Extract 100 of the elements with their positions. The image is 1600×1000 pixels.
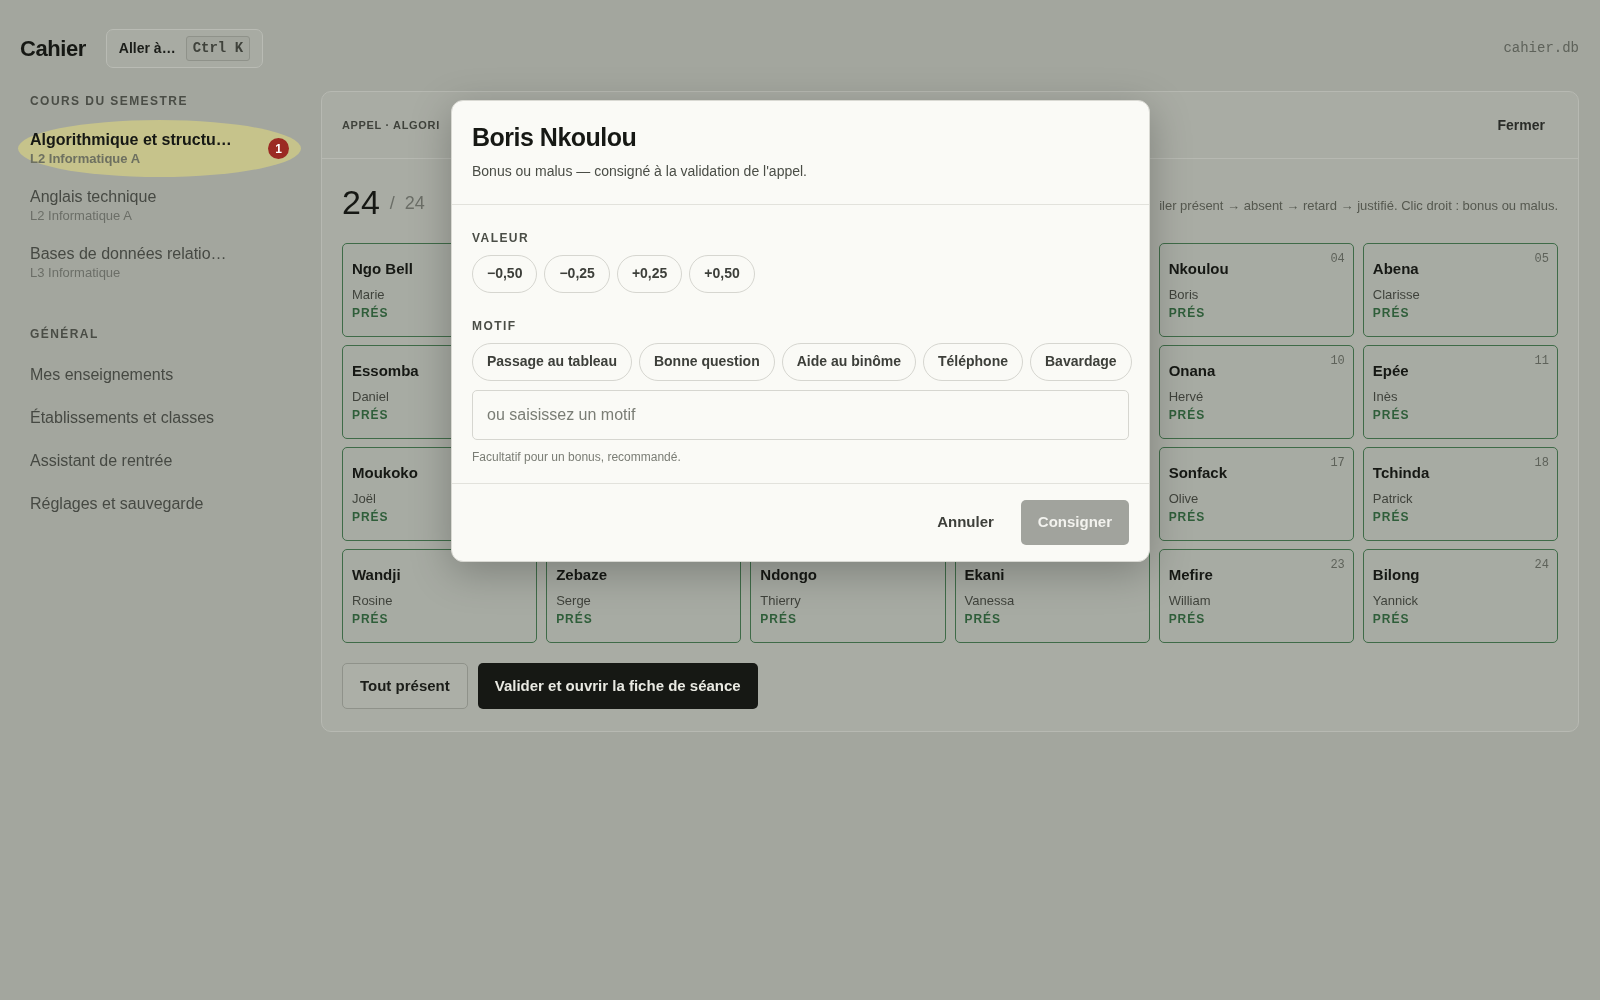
sidebar-item[interactable]: Algorithmique et structu… L2 Informatique A 1: [18, 120, 301, 177]
status-label: PRÉS: [556, 611, 593, 627]
student-first-name: Clarisse: [1372, 287, 1420, 303]
section-heading: COURS DU SEMESTRE: [30, 93, 189, 110]
student-first-name: Hervé: [1168, 389, 1204, 405]
status-label: PRÉS: [964, 611, 1002, 627]
status-label: PRÉS: [1168, 611, 1206, 627]
student-first-name: Patrick: [1372, 491, 1413, 507]
status-label: PRÉS: [1168, 407, 1206, 423]
student-surname: Sonfack: [1168, 464, 1227, 482]
student-surname: Ekani: [964, 566, 1005, 584]
student-card[interactable]: 24 Bilong Yannick PRÉS: [1362, 549, 1558, 643]
status-label: PRÉS: [352, 611, 389, 627]
sidebar-item[interactable]: Bases de données relatio… L3 Informatique: [18, 234, 301, 291]
student-card[interactable]: 11 Epée Inès PRÉS: [1362, 345, 1558, 439]
student-first-name: William: [1168, 593, 1211, 609]
option-chip[interactable]: Bavardage: [1030, 342, 1132, 381]
option-chip[interactable]: +0,25: [616, 254, 683, 293]
sidebar-item[interactable]: Réglages et sauvegarde: [18, 482, 301, 525]
section-heading: GÉNÉRAL: [30, 325, 100, 343]
sidebar-item[interactable]: Anglais technique L2 Informatique A: [18, 177, 301, 234]
student-card[interactable]: 04 Nkoulou Boris PRÉS: [1158, 243, 1354, 337]
status-label: PRÉS: [1372, 509, 1410, 525]
student-surname: Abena: [1372, 260, 1419, 278]
class-name: L3 Informatique: [30, 264, 122, 281]
student-surname: Moukoko: [352, 464, 418, 482]
course-title: Assistant de rentrée: [30, 450, 173, 471]
action-button[interactable]: Tout présent: [342, 663, 468, 709]
close-button[interactable]: Fermer: [1497, 114, 1545, 136]
student-first-name: Marie: [352, 287, 385, 303]
present-count: 24: [342, 185, 380, 219]
student-surname: Bilong: [1372, 566, 1420, 584]
cancel-button[interactable]: Annuler: [920, 500, 1011, 545]
course-title: Établissements et classes: [30, 407, 215, 428]
option-chip[interactable]: Aide au binôme: [781, 342, 916, 381]
student-card[interactable]: 05 Abena Clarisse PRÉS: [1362, 243, 1558, 337]
count-badge: 1: [268, 138, 289, 159]
student-number: 05: [1534, 251, 1549, 268]
status-label: PRÉS: [1372, 305, 1410, 321]
student-first-name: Yannick: [1372, 593, 1419, 609]
sidebar-item[interactable]: Établissements et classes: [18, 396, 301, 439]
student-surname: Tchinda: [1372, 464, 1430, 482]
student-first-name: Inès: [1372, 389, 1398, 405]
student-surname: Onana: [1168, 362, 1216, 380]
student-surname: Essomba: [352, 362, 419, 380]
status-label: PRÉS: [760, 611, 797, 627]
student-first-name: Olive: [1168, 491, 1199, 507]
student-surname: Nkoulou: [1168, 260, 1229, 278]
student-card[interactable]: 18 Tchinda Patrick PRÉS: [1362, 447, 1558, 541]
count-separator: /: [389, 192, 395, 215]
class-name: L2 Informatique A: [30, 207, 133, 224]
status-label: PRÉS: [352, 509, 389, 525]
student-surname: Zebaze: [556, 566, 607, 584]
database-name: cahier.db: [1503, 39, 1579, 58]
total-count: 24: [404, 192, 425, 215]
option-chip[interactable]: Téléphone: [922, 342, 1023, 381]
class-name: L2 Informatique A: [30, 150, 142, 167]
student-surname: Ngo Bell: [352, 260, 413, 278]
student-card[interactable]: 23 Mefire William PRÉS: [1158, 549, 1354, 643]
student-card[interactable]: Wandji Rosine PRÉS: [342, 549, 538, 643]
student-first-name: Vanessa: [964, 593, 1015, 609]
sidebar-item[interactable]: Assistant de rentrée: [18, 439, 301, 482]
student-first-name: Thierry: [760, 593, 801, 609]
option-chip[interactable]: Passage au tableau: [472, 342, 632, 381]
sidebar-item[interactable]: Mes enseignements: [18, 353, 301, 396]
course-title: Anglais technique: [30, 187, 157, 207]
motif-input[interactable]: ou saisissez un motif: [472, 389, 1129, 440]
student-first-name: Rosine: [352, 593, 393, 609]
goto-button[interactable]: Aller à… Ctrl K: [105, 29, 264, 68]
student-first-name: Boris: [1168, 287, 1199, 303]
status-label: PRÉS: [1372, 407, 1410, 423]
option-chip[interactable]: +0,50: [689, 254, 755, 293]
student-first-name: Serge: [556, 593, 591, 609]
action-button[interactable]: Valider et ouvrir la fiche de séance: [477, 663, 758, 709]
status-label: PRÉS: [352, 305, 389, 321]
student-number: 04: [1330, 251, 1345, 268]
student-number: 11: [1534, 353, 1549, 370]
option-chip[interactable]: −0,50: [472, 254, 538, 293]
student-number: 23: [1330, 557, 1345, 574]
field-label: MOTIF: [472, 317, 518, 335]
student-surname: Mefire: [1168, 566, 1213, 584]
student-card[interactable]: 17 Sonfack Olive PRÉS: [1158, 447, 1354, 541]
student-first-name: Joël: [352, 491, 376, 507]
status-label: PRÉS: [1168, 509, 1206, 525]
shortcut-key: Ctrl K: [185, 36, 251, 61]
course-title: Bases de données relatio…: [30, 244, 227, 264]
student-surname: Epée: [1372, 362, 1409, 380]
status-label: PRÉS: [352, 407, 389, 423]
status-label: PRÉS: [1372, 611, 1410, 627]
status-label: PRÉS: [1168, 305, 1206, 321]
option-chip[interactable]: −0,25: [544, 254, 610, 293]
course-title: Mes enseignements: [30, 364, 174, 385]
student-card[interactable]: 10 Onana Hervé PRÉS: [1158, 345, 1354, 439]
student-surname: Wandji: [352, 566, 401, 584]
student-surname: Ndongo: [760, 566, 817, 584]
hint-text: iler présent → absent → retard → justifié. Clic droit : bonus ou malus.: [1159, 196, 1558, 215]
course-title: Algorithmique et structu…: [30, 130, 232, 150]
dialog-title: Boris Nkoulou: [472, 122, 638, 153]
goto-label: Aller à…: [118, 39, 176, 58]
option-chip[interactable]: Bonne question: [638, 342, 775, 381]
